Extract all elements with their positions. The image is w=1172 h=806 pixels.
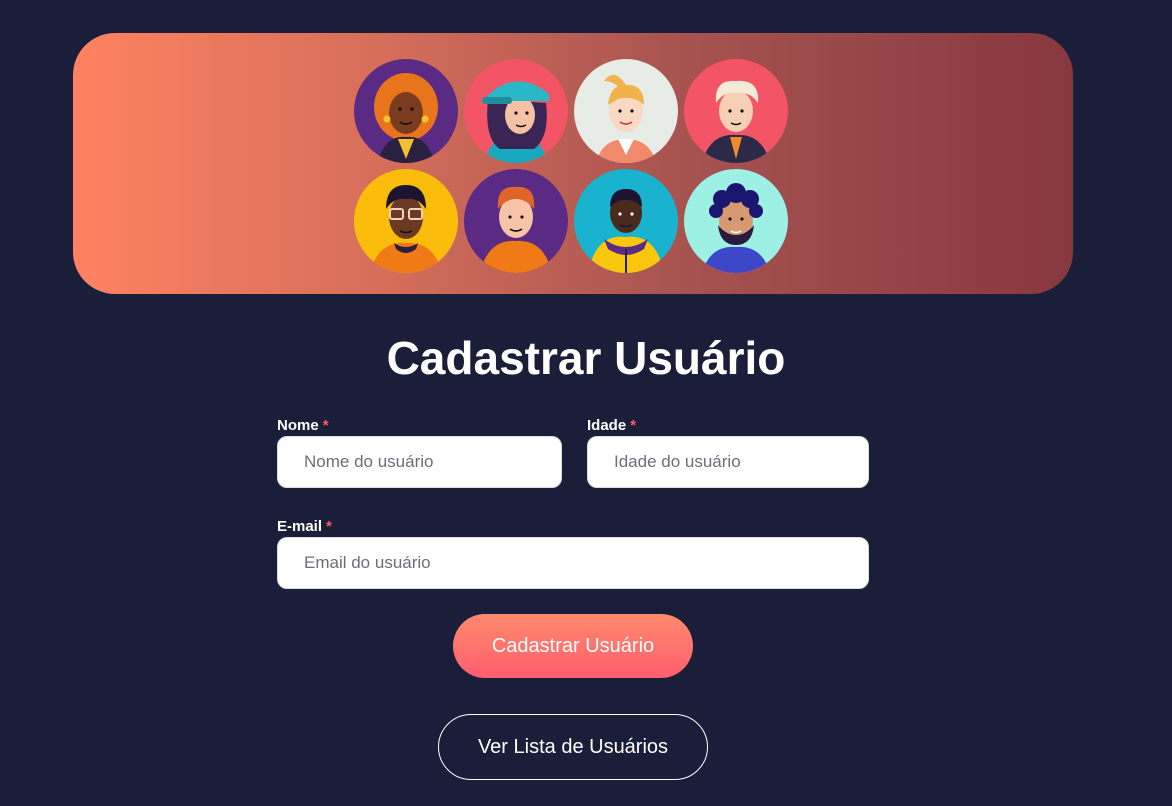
name-label-text: Nome bbox=[277, 417, 319, 434]
page-title: Cadastrar Usuário bbox=[386, 332, 786, 384]
name-label: Nome * bbox=[277, 417, 329, 434]
avatar-teal-cap-icon bbox=[464, 59, 568, 163]
email-label-text: E-mail bbox=[277, 518, 323, 535]
view-users-list-button[interactable]: Ver Lista de Usuários bbox=[438, 714, 708, 780]
register-user-button[interactable]: Cadastrar Usuário bbox=[453, 614, 693, 678]
avatar-curly-orange-hair-icon bbox=[354, 59, 458, 163]
avatar-bearded-man-icon bbox=[684, 169, 788, 273]
avatar-glasses-man-icon bbox=[354, 169, 458, 273]
required-asterisk: * bbox=[322, 417, 329, 434]
required-asterisk: * bbox=[326, 518, 332, 535]
avatar-yellow-hoodie-icon bbox=[574, 169, 678, 273]
avatar-white-hair-man-icon bbox=[684, 59, 788, 163]
age-input[interactable] bbox=[587, 436, 869, 488]
required-asterisk: * bbox=[630, 417, 637, 434]
age-label-text: Idade bbox=[587, 417, 627, 434]
age-label: Idade * bbox=[587, 417, 636, 434]
avatar-redhead-boy-icon bbox=[464, 169, 568, 273]
avatar-grid bbox=[354, 59, 790, 275]
email-label: E-mail * bbox=[277, 518, 332, 535]
avatar-blonde-ponytail-icon bbox=[574, 59, 678, 163]
name-input[interactable] bbox=[277, 436, 562, 488]
register-page: Cadastrar Usuário Nome* Idade* E-mail* C… bbox=[0, 0, 1172, 806]
email-input[interactable] bbox=[277, 537, 869, 589]
